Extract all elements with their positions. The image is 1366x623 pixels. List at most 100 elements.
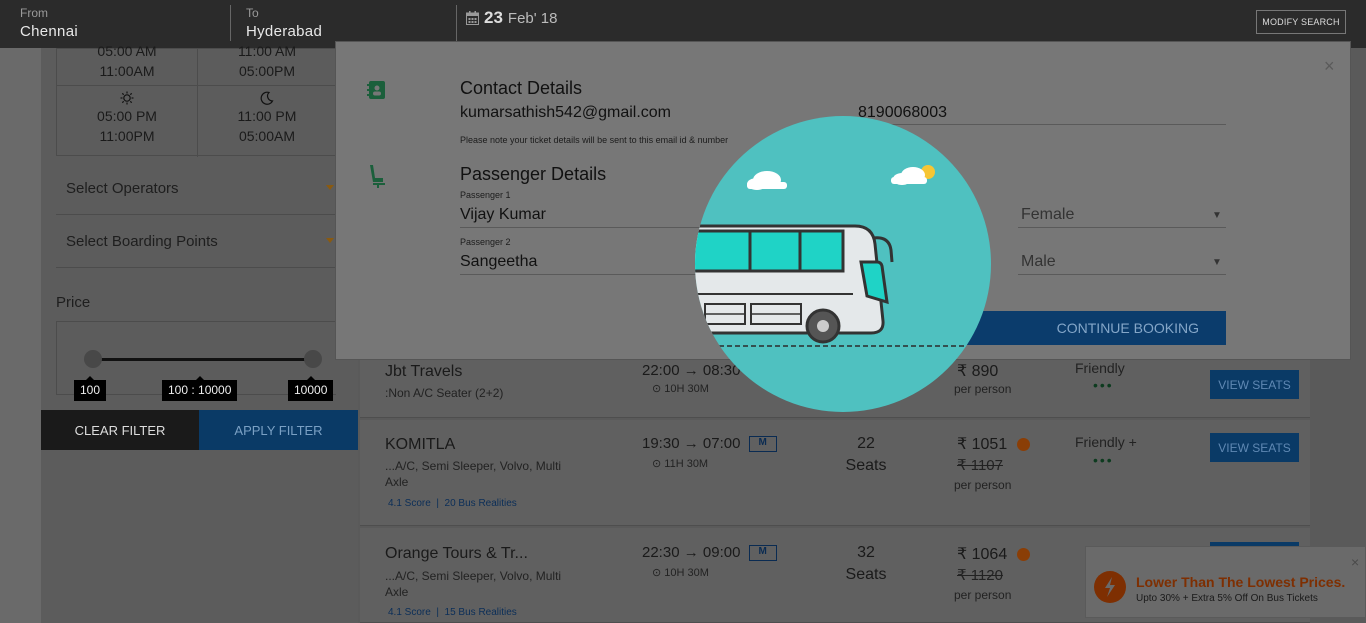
departure-time-grid: 05:00 AM 11:00AM 11:00 AM 05:00PM 05:00 … bbox=[56, 43, 337, 157]
journey-times: 22:00 → 08:30 bbox=[642, 362, 741, 379]
journey-duration: ⊙ 11H 30M bbox=[652, 457, 708, 470]
operator-score[interactable]: 4.1 Score | 20 Bus Realities bbox=[388, 498, 517, 509]
gender-select[interactable]: Female bbox=[1021, 206, 1074, 224]
name-underline bbox=[460, 227, 710, 228]
journey-duration: ⊙ 10H 30M bbox=[652, 382, 709, 395]
chevron-down-icon: ▼ bbox=[1212, 257, 1222, 268]
seat-count: 22 bbox=[857, 435, 875, 452]
to-value: Hyderabad bbox=[246, 23, 323, 40]
gender-underline bbox=[1018, 227, 1226, 228]
passenger-label: Passenger 1 bbox=[460, 190, 511, 200]
fare-price: ₹ 890 bbox=[957, 363, 999, 380]
journey-times: 22:30 → 09:00 M bbox=[642, 544, 777, 562]
to-field[interactable]: To Hyderabad bbox=[226, 0, 342, 48]
passenger-name-field[interactable]: Sangeetha bbox=[460, 253, 537, 271]
operator-name: KOMITLA bbox=[385, 436, 456, 453]
select-boarding-label: Select Boarding Points bbox=[66, 233, 218, 250]
departure-time: 22:00 bbox=[642, 362, 680, 379]
offer-icon bbox=[1016, 548, 1030, 562]
price-range-tooltip: 100 : 10000 bbox=[162, 376, 238, 401]
offer-badge-icon bbox=[1094, 571, 1126, 603]
date-month: Feb' 18 bbox=[507, 9, 558, 27]
departure-time: 22:30 bbox=[642, 544, 680, 561]
bus-realities-link[interactable]: 15 Bus Realities bbox=[445, 607, 517, 618]
gender-underline bbox=[1018, 274, 1226, 275]
contact-details-title: Contact Details bbox=[460, 78, 583, 98]
email-field[interactable]: kumarsathish542@gmail.com bbox=[460, 104, 671, 122]
operator-score[interactable]: 4.1 Score | 15 Bus Realities bbox=[388, 607, 517, 618]
header-divider bbox=[456, 5, 457, 41]
select-boarding-dropdown[interactable]: Select Boarding Points bbox=[56, 216, 336, 268]
price-max-handle[interactable] bbox=[304, 350, 322, 368]
seat-icon bbox=[370, 165, 385, 188]
close-icon[interactable]: × bbox=[1324, 56, 1335, 77]
apply-filter-button[interactable]: APPLY FILTER bbox=[199, 410, 358, 450]
duration-value: 10H 30M bbox=[664, 567, 709, 579]
m-ticket-badge: M bbox=[748, 545, 777, 562]
score-value: 4.1 Score bbox=[388, 607, 431, 618]
fare-original: ₹ 1107 bbox=[957, 457, 1003, 474]
close-icon[interactable]: × bbox=[1351, 554, 1359, 570]
per-person-label: per person bbox=[954, 588, 1012, 602]
fare-original: ₹ 1120 bbox=[957, 567, 1003, 584]
view-seats-button[interactable]: VIEW SEATS bbox=[1210, 370, 1299, 399]
clear-filter-button[interactable]: CLEAR FILTER bbox=[41, 410, 199, 450]
passenger-label: Passenger 2 bbox=[460, 237, 511, 247]
journey-duration: ⊙ 10H 30M bbox=[652, 566, 709, 579]
name-underline bbox=[460, 274, 710, 275]
time-slot-start: 05:00 AM bbox=[97, 43, 157, 59]
per-person-label: per person bbox=[954, 478, 1012, 492]
chevron-down-icon bbox=[326, 185, 334, 190]
toast-text: Upto 30% + Extra 5% Off On Bus Tickets bbox=[1136, 593, 1318, 604]
time-slot-end: 05:00AM bbox=[238, 128, 296, 144]
duration-value: 10H 30M bbox=[664, 383, 709, 395]
seat-count-label: Seats bbox=[845, 566, 887, 583]
select-operators-dropdown[interactable]: Select Operators bbox=[56, 163, 336, 215]
moon-icon bbox=[260, 91, 274, 105]
price-label: Price bbox=[56, 294, 91, 311]
gender-select[interactable]: Male bbox=[1021, 253, 1056, 271]
sun-icon bbox=[120, 91, 134, 105]
continue-booking-button[interactable]: CONTINUE BOOKING bbox=[965, 311, 1226, 345]
bus-type: ...A/C, Semi Sleeper, Volvo, Multi Axle bbox=[385, 569, 562, 599]
available-seats: 22 Seats bbox=[826, 433, 906, 477]
duration-value: 11H 30M bbox=[664, 458, 709, 470]
clock-icon: ⊙ bbox=[652, 458, 662, 470]
promo-toast[interactable]: Lower Than The Lowest Prices. Upto 30% +… bbox=[1085, 546, 1366, 618]
seat-count-label: Seats bbox=[845, 457, 887, 474]
time-slot-afternoon[interactable]: 11:00 AM 05:00PM bbox=[197, 43, 337, 79]
arrival-time: 07:00 bbox=[702, 435, 741, 452]
time-slot-morning[interactable]: 05:00 AM 11:00AM bbox=[57, 43, 197, 79]
from-value: Chennai bbox=[20, 23, 78, 40]
from-field[interactable]: From Chennai bbox=[0, 0, 98, 48]
clock-icon: ⊙ bbox=[652, 383, 662, 395]
price-slider-track[interactable] bbox=[91, 358, 314, 361]
modify-search-button[interactable]: MODIFY SEARCH bbox=[1256, 10, 1346, 34]
fare-price: ₹ 1064 bbox=[957, 544, 1030, 564]
time-slot-evening[interactable]: 05:00 PM 11:00PM bbox=[57, 91, 197, 144]
available-seats: 32 Seats bbox=[826, 542, 906, 586]
bus-icon bbox=[695, 165, 991, 347]
phone-underline bbox=[858, 124, 1226, 125]
operator-name: Jbt Travels bbox=[385, 363, 463, 380]
chevron-down-icon: ▼ bbox=[1212, 210, 1222, 221]
bus-realities-link[interactable]: 20 Bus Realities bbox=[445, 498, 517, 509]
from-label: From bbox=[20, 6, 48, 20]
bus-type: ...A/C, Semi Sleeper, Volvo, Multi Axle bbox=[385, 459, 562, 489]
arrival-time: 09:00 bbox=[702, 544, 741, 561]
select-operators-label: Select Operators bbox=[66, 180, 179, 197]
rating-label: Friendly + bbox=[1075, 434, 1137, 450]
view-seats-button[interactable]: VIEW SEATS bbox=[1210, 433, 1299, 462]
filter-sidebar: 05:00 AM 11:00AM 11:00 AM 05:00PM 05:00 … bbox=[41, 43, 358, 623]
time-slot-start: 11:00 AM bbox=[237, 43, 297, 59]
time-slot-start: 11:00 PM bbox=[237, 108, 297, 124]
travel-date[interactable]: 23 Feb' 18 bbox=[466, 8, 558, 28]
time-slot-end: 05:00PM bbox=[238, 63, 296, 79]
offer-icon bbox=[1016, 438, 1030, 452]
passenger-name-field[interactable]: Vijay Kumar bbox=[460, 206, 546, 224]
toast-title: Lower Than The Lowest Prices. bbox=[1136, 574, 1346, 590]
m-ticket-badge: M bbox=[748, 436, 777, 453]
bus-result-card[interactable]: KOMITLA ...A/C, Semi Sleeper, Volvo, Mul… bbox=[360, 420, 1310, 526]
time-slot-night[interactable]: 11:00 PM 05:00AM bbox=[197, 91, 337, 144]
price-min-handle[interactable] bbox=[84, 350, 102, 368]
